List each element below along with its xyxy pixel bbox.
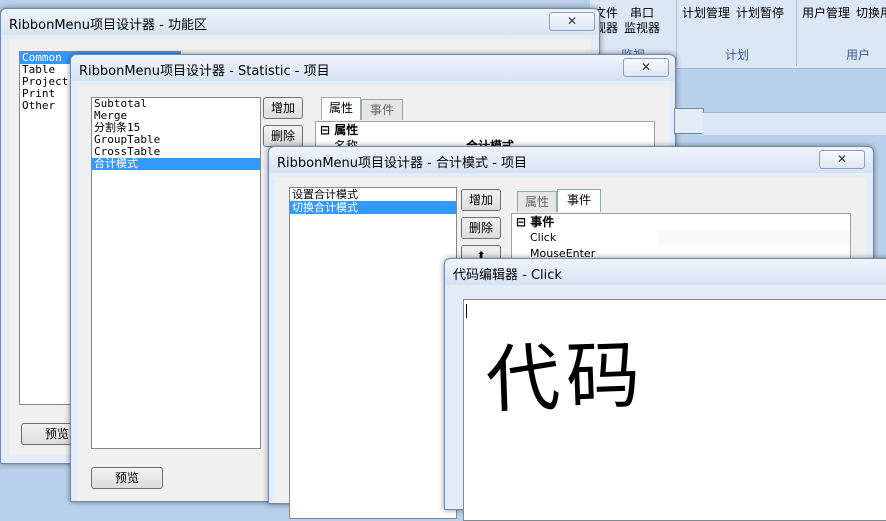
window-client: 代码 xyxy=(451,289,886,521)
ribbon-serial-monitor-button[interactable]: 串口 监视器 xyxy=(624,6,660,36)
event-row[interactable]: Click xyxy=(512,230,850,246)
title-bar: RibbonMenu项目设计器 - 功能区 ✕ xyxy=(1,9,599,35)
list-item[interactable]: 切换合计模式 xyxy=(290,201,456,214)
add-button[interactable]: 增加 xyxy=(263,97,303,119)
close-button[interactable]: ✕ xyxy=(819,150,865,169)
item-list[interactable]: 设置合计模式 切换合计模式 xyxy=(289,187,457,519)
ribbon-group-caption: 用户 xyxy=(845,48,870,62)
ribbon-switch-user-button[interactable]: 切换用 xyxy=(856,6,886,21)
add-button[interactable]: 增加 xyxy=(461,189,501,211)
list-item[interactable]: 合计模式 xyxy=(92,158,260,170)
ribbon-group-caption: 计划 xyxy=(724,48,749,62)
window-title: RibbonMenu项目设计器 - 合计模式 - 项目 xyxy=(277,156,527,171)
ribbon-plan-pause-button[interactable]: 计划暂停 xyxy=(736,6,784,21)
delete-button[interactable]: 删除 xyxy=(263,125,303,147)
window-title: RibbonMenu项目设计器 - 功能区 xyxy=(9,18,207,33)
code-editor[interactable]: 代码 xyxy=(463,299,886,521)
title-bar: 代码编辑器 - Click xyxy=(445,259,886,285)
collapse-icon[interactable]: ⊟ xyxy=(512,215,526,229)
tab-properties[interactable]: 属性 xyxy=(321,97,361,120)
close-button[interactable]: ✕ xyxy=(623,58,669,77)
background-window-edge xyxy=(674,108,704,134)
code-editor-window: 代码编辑器 - Click 代码 xyxy=(444,258,886,521)
list-item[interactable]: 设置合计模式 xyxy=(290,188,456,201)
preview-button[interactable]: 预览 xyxy=(91,467,163,489)
delete-button[interactable]: 删除 xyxy=(461,217,501,239)
close-button[interactable]: ✕ xyxy=(549,12,595,31)
collapse-icon[interactable]: ⊟ xyxy=(316,123,330,137)
ribbon-user-manage-button[interactable]: 用户管理 xyxy=(802,6,850,21)
text-caret xyxy=(466,304,467,318)
tab-events[interactable]: 事件 xyxy=(361,99,403,120)
close-icon: ✕ xyxy=(640,60,652,74)
background-window-edge xyxy=(702,112,886,135)
ribbon-group-user: 用户管理 切换用 用户 xyxy=(798,0,886,66)
event-section: ⊟ 事件 xyxy=(512,214,850,230)
window-title: 代码编辑器 - Click xyxy=(453,268,562,283)
window-title: RibbonMenu项目设计器 - Statistic - 项目 xyxy=(79,64,330,79)
ribbon-group-plan: 计划管理 计划暂停 计划 xyxy=(678,0,797,66)
close-icon: ✕ xyxy=(566,14,578,28)
tab-properties[interactable]: 属性 xyxy=(517,191,557,212)
ribbon-plan-manage-button[interactable]: 计划管理 xyxy=(682,6,730,21)
tab-events[interactable]: 事件 xyxy=(557,189,601,212)
editor-content: 代码 xyxy=(484,332,648,424)
property-section: ⊟ 属性 xyxy=(316,122,654,138)
item-list[interactable]: Subtotal Merge 分割条15 GroupTable CrossTab… xyxy=(91,97,261,449)
title-bar: RibbonMenu项目设计器 - 合计模式 - 项目 ✕ xyxy=(269,147,873,173)
close-icon: ✕ xyxy=(836,152,848,166)
title-bar: RibbonMenu项目设计器 - Statistic - 项目 ✕ xyxy=(71,55,675,81)
